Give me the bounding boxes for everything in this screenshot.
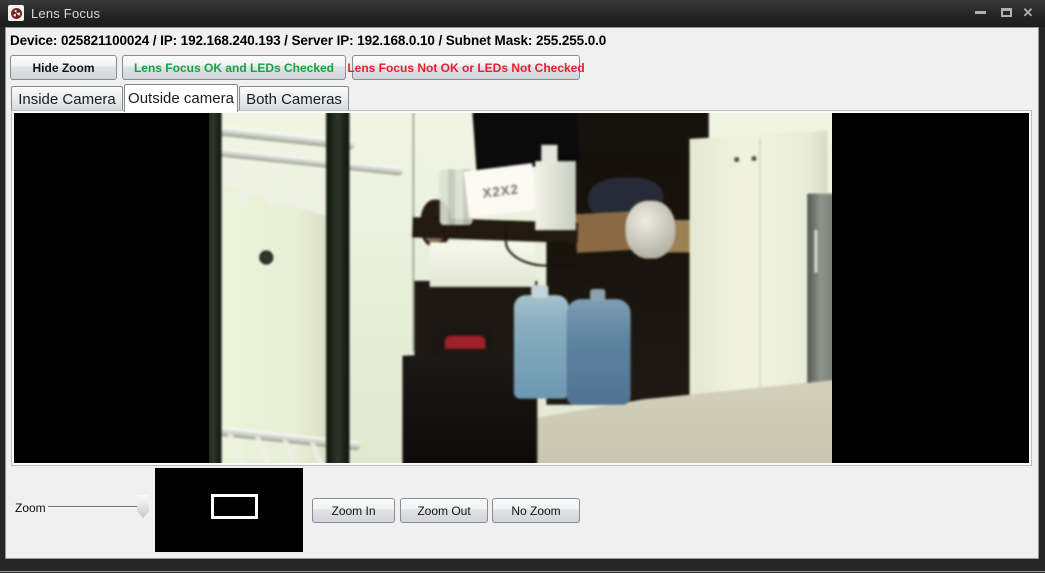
- close-button[interactable]: ✕: [1016, 3, 1040, 22]
- scene-white-bag: [626, 201, 676, 259]
- maximize-icon: [1001, 8, 1012, 17]
- app-window: Lens Focus ✕ Device: 025821100024 / IP: …: [0, 0, 1045, 573]
- lens-focus-ok-button[interactable]: Lens Focus OK and LEDs Checked: [122, 55, 346, 80]
- no-zoom-button[interactable]: No Zoom: [492, 498, 580, 523]
- scene-fridge-handle: [814, 230, 817, 273]
- scene-x2x2-box: X2X2: [464, 163, 538, 218]
- scene-cabinet-knob: [751, 156, 756, 161]
- scene-cabinet-knob: [734, 157, 739, 162]
- camera-scene: X2X2: [209, 113, 832, 463]
- minimize-button[interactable]: [968, 3, 992, 22]
- app-icon: [8, 5, 24, 21]
- scene-left-cabinet: [221, 185, 329, 463]
- zoom-slider[interactable]: [48, 490, 152, 522]
- device-info-text: Device: 025821100024 / IP: 192.168.240.1…: [10, 33, 606, 48]
- camera-panel: X2X2: [11, 110, 1032, 466]
- camera-feed: X2X2: [209, 113, 832, 463]
- minimize-icon: [975, 11, 986, 14]
- scene-water-jug-cap: [590, 289, 605, 301]
- zoom-slider-track[interactable]: [48, 506, 149, 508]
- title-bar: Lens Focus ✕: [0, 0, 1045, 27]
- hide-zoom-button[interactable]: Hide Zoom: [10, 55, 117, 80]
- zoom-viewport-rect[interactable]: [211, 494, 258, 519]
- zoom-in-button[interactable]: Zoom In: [312, 498, 395, 523]
- zoom-slider-label: Zoom: [15, 501, 46, 515]
- tab-both-cameras[interactable]: Both Cameras: [239, 86, 349, 111]
- window-title: Lens Focus: [31, 6, 100, 21]
- zoom-thumbnail: [155, 468, 303, 552]
- tab-inside-camera[interactable]: Inside Camera: [11, 86, 123, 111]
- scene-cabinet-hole: [259, 250, 273, 264]
- scene-water-jug: [514, 295, 569, 399]
- camera-canvas: X2X2: [14, 113, 1029, 463]
- scene-cardboard-box: [575, 211, 631, 252]
- scene-printer-top: [541, 145, 557, 163]
- scene-printer: [535, 161, 576, 230]
- scene-water-jug: [567, 299, 631, 405]
- zoom-slider-thumb[interactable]: [137, 495, 149, 518]
- scene-cabinet-door-split: [760, 139, 761, 399]
- lens-focus-not-ok-button[interactable]: Lens Focus Not OK or LEDs Not Checked: [352, 55, 580, 80]
- zoom-out-button[interactable]: Zoom Out: [400, 498, 488, 523]
- scene-rack-post: [326, 113, 349, 463]
- maximize-button[interactable]: [994, 3, 1018, 22]
- scene-water-jug-cap: [531, 285, 548, 298]
- scene-rack-post: [209, 113, 222, 463]
- tab-outside-camera[interactable]: Outside camera: [124, 84, 238, 112]
